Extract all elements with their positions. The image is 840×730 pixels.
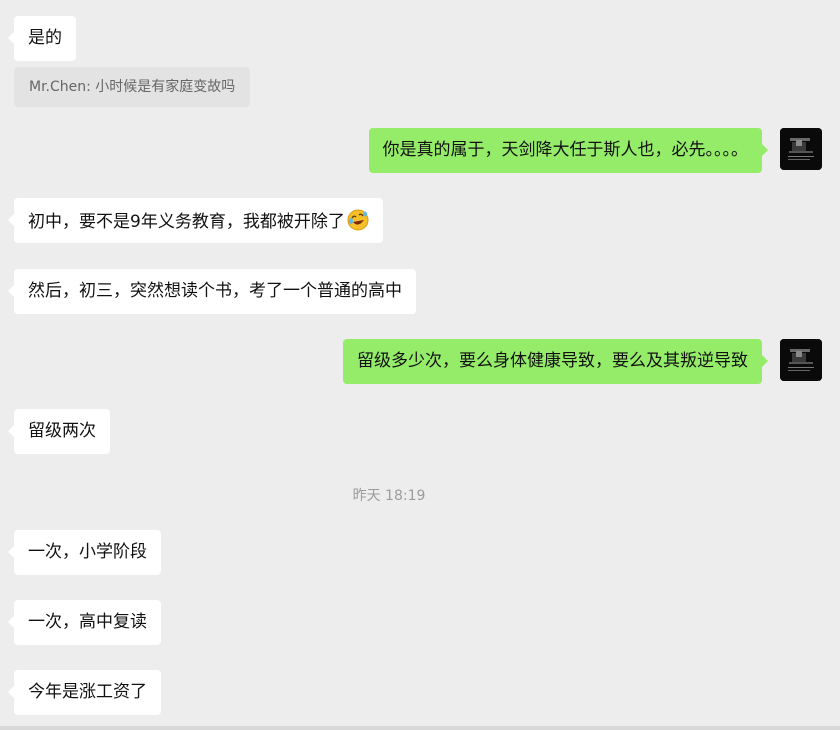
message-text: 是的	[28, 28, 62, 48]
message-text: 留级两次	[28, 421, 96, 441]
avatar-image-icon	[780, 128, 822, 170]
message-bubble-outgoing[interactable]: 留级多少次，要么身体健康导致，要么及其叛逆导致	[343, 339, 768, 384]
message-text: 今年是涨工资了	[28, 682, 147, 702]
input-area-divider	[0, 726, 840, 730]
message-bubble-incoming[interactable]: 今年是涨工资了	[8, 670, 161, 715]
avatar-image-icon	[780, 339, 822, 381]
rolling-on-floor-laughing-emoji-icon	[347, 209, 369, 231]
message-bubble-incoming[interactable]: 一次，高中复读	[8, 600, 161, 645]
message-text: 然后，初三，突然想读个书，考了一个普通的高中	[28, 281, 402, 301]
quoted-message-text: Mr.Chen: 小时候是有家庭变故吗	[29, 79, 236, 95]
message-bubble-incoming[interactable]: 是的	[8, 16, 76, 61]
message-bubble-incoming[interactable]: 留级两次	[8, 409, 110, 454]
chat-message-area[interactable]: 是的 Mr.Chen: 小时候是有家庭变故吗 你是真的属于，天剑降大任于斯人也，…	[0, 0, 840, 726]
user-avatar[interactable]	[780, 339, 822, 381]
message-bubble-incoming[interactable]: 然后，初三，突然想读个书，考了一个普通的高中	[8, 269, 416, 314]
message-bubble-outgoing[interactable]: 你是真的属于，天剑降大任于斯人也，必先。。。。	[368, 128, 768, 173]
message-bubble-incoming[interactable]: 初中，要不是9年义务教育，我都被开除了	[8, 198, 383, 243]
message-text: 你是真的属于，天剑降大任于斯人也，必先。。。。	[382, 140, 749, 160]
message-text: 初中，要不是9年义务教育，我都被开除了	[28, 212, 345, 232]
message-text: 一次，小学阶段	[28, 542, 147, 562]
message-bubble-incoming[interactable]: 一次，小学阶段	[8, 530, 161, 575]
message-text: 一次，高中复读	[28, 612, 147, 632]
quoted-message[interactable]: Mr.Chen: 小时候是有家庭变故吗	[14, 67, 251, 107]
message-timestamp: 昨天 18:19	[352, 488, 426, 504]
message-text: 留级多少次，要么身体健康导致，要么及其叛逆导致	[357, 351, 748, 371]
user-avatar[interactable]	[780, 128, 822, 170]
